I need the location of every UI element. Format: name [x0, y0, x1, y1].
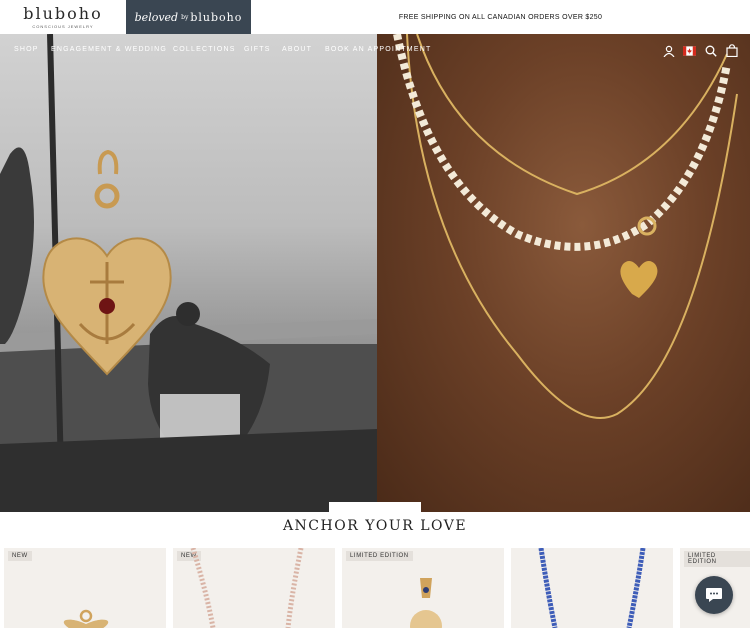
header-icons — [662, 44, 738, 57]
hero-image-right — [377, 34, 750, 512]
heart-charm-thumbnail — [63, 609, 109, 628]
promo-banner: FREE SHIPPING ON ALL CANADIAN ORDERS OVE… — [398, 13, 603, 21]
chat-bubble-icon — [706, 588, 722, 602]
main-nav: SHOP ENGAGEMENT & WEDDING COLLECTIONS GI… — [0, 34, 750, 68]
nav-book-appointment[interactable]: BOOK AN APPOINTMENT — [325, 46, 431, 53]
chat-launcher-button[interactable] — [695, 576, 733, 614]
product-card[interactable] — [511, 548, 673, 628]
product-card[interactable]: NEW — [173, 548, 335, 628]
product-badge: LIMITED EDITION — [684, 551, 750, 567]
nav-collections[interactable]: COLLECTIONS — [173, 46, 236, 53]
beaded-necklace-thumbnail — [190, 548, 304, 628]
pearl-necklace-illustration — [393, 34, 738, 419]
product-carousel: NEW NEW LIMITED EDITION LIMITED EDITION — [0, 548, 750, 628]
product-card[interactable]: LIMITED EDITION — [342, 548, 504, 628]
top-bar: bluboho CONSCIOUS JEWELRY beloved by blu… — [0, 0, 750, 34]
bag-icon[interactable] — [725, 44, 738, 57]
canada-flag-icon[interactable] — [683, 44, 696, 57]
product-card[interactable]: NEW — [4, 548, 166, 628]
coin-charm-thumbnail — [410, 578, 442, 628]
account-icon[interactable] — [662, 44, 675, 57]
logo-wordmark: bluboho — [23, 3, 103, 23]
nav-about[interactable]: ABOUT — [282, 46, 312, 53]
hero-banner[interactable]: EMBRACE IT — [0, 34, 750, 512]
beloved-brand-label: bluboho — [190, 10, 243, 24]
nav-shop[interactable]: SHOP — [14, 46, 39, 53]
sailboat-scene-illustration — [0, 34, 377, 512]
logo-tagline: CONSCIOUS JEWELRY — [32, 23, 94, 29]
section-title: ANCHOR YOUR LOVE — [282, 518, 468, 534]
beloved-by-bluboho-tab[interactable]: beloved by bluboho — [126, 0, 251, 34]
beloved-by-label: by — [181, 13, 189, 21]
hero-image-left — [0, 34, 377, 512]
bluboho-logo[interactable]: bluboho CONSCIOUS JEWELRY — [0, 0, 126, 34]
nav-gifts[interactable]: GIFTS — [244, 46, 271, 53]
sapphire-necklace-thumbnail — [538, 548, 646, 628]
beloved-label: beloved — [134, 10, 179, 24]
search-icon[interactable] — [704, 44, 717, 57]
embrace-it-button[interactable]: EMBRACE IT — [329, 502, 421, 512]
nav-engagement-wedding[interactable]: ENGAGEMENT & WEDDING — [51, 46, 167, 53]
